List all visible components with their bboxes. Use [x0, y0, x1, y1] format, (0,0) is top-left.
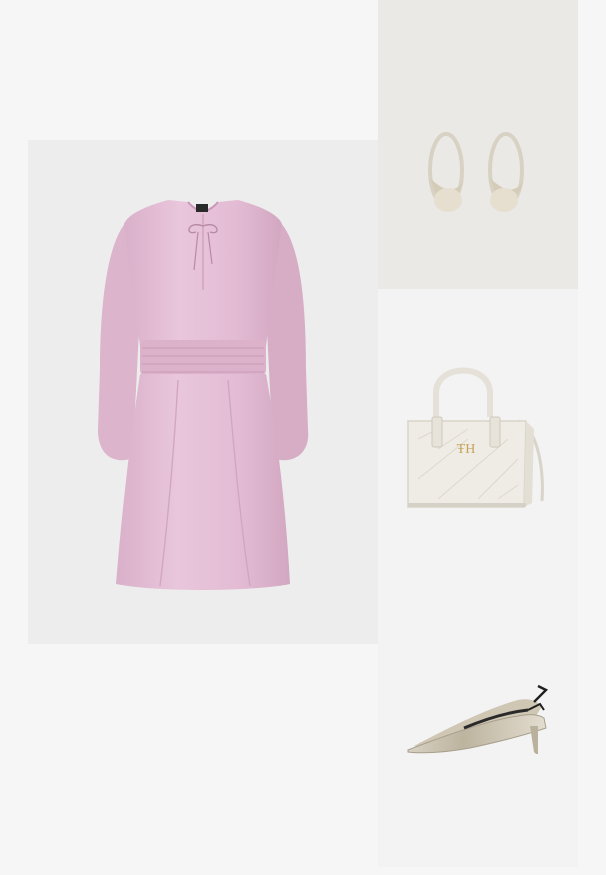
pink-satin-dress-icon: [28, 140, 378, 644]
earrings-tile[interactable]: [378, 0, 578, 289]
silver-hoop-earrings-icon: [378, 0, 578, 289]
shoes-tile[interactable]: [378, 578, 578, 867]
white-quilted-handbag-icon: ŦH: [378, 289, 578, 578]
svg-text:ŦH: ŦH: [457, 442, 476, 457]
dress-tile[interactable]: [28, 140, 378, 644]
metallic-slingback-pumps-icon: [378, 578, 578, 867]
bag-tile[interactable]: ŦH: [378, 289, 578, 578]
